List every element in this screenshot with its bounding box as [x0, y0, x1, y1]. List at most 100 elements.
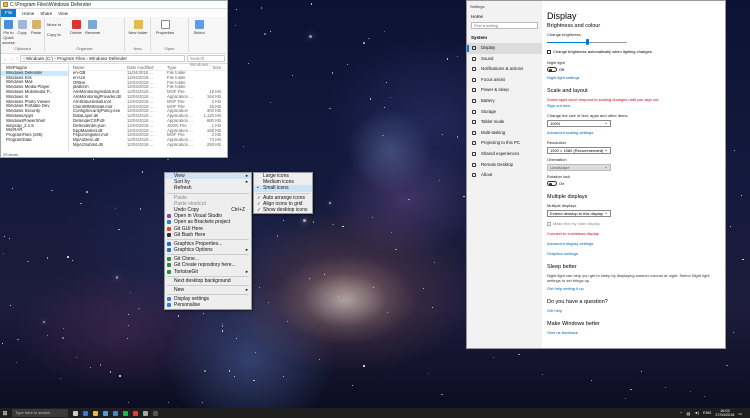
menu-item[interactable]: New ►: [165, 287, 251, 293]
mail-taskbar-button[interactable]: [110, 408, 120, 418]
settings-nav-icon: [472, 151, 476, 156]
file-name: MpAzSubmit.dll: [73, 142, 103, 147]
star: [439, 179, 441, 182]
tab-file[interactable]: File: [1, 9, 17, 17]
pin-icon: [4, 20, 13, 29]
tab-view[interactable]: View: [58, 11, 68, 16]
settings-nav-item[interactable]: Battery: [467, 96, 542, 107]
menu-item[interactable]: Personalise: [165, 302, 251, 308]
menu-item-label: Show desktop icons: [263, 206, 308, 213]
tray-language[interactable]: ENG: [703, 411, 711, 415]
tray-chevron-icon[interactable]: ⌃: [679, 411, 682, 416]
menu-item[interactable]: Next desktop background: [165, 278, 251, 284]
menu-item[interactable]: ✓ Show desktop icons: [254, 207, 312, 213]
settings-nav-item[interactable]: Storage: [467, 107, 542, 118]
ribbon-group-clipboard: Pin to Quick access Copy Paste Clipboard: [1, 18, 45, 52]
star: [233, 376, 235, 378]
pin-quick-access-button[interactable]: Pin to Quick access: [2, 20, 15, 45]
clock[interactable]: 16:03 27/04/2018: [715, 409, 734, 417]
night-light-settings-link[interactable]: Night light settings: [547, 75, 721, 80]
settings-nav-item[interactable]: About: [467, 170, 542, 181]
task-view-taskbar-button[interactable]: [70, 408, 80, 418]
menu-item-label: Medium icons: [263, 179, 294, 186]
new-folder-button[interactable]: New folder: [127, 20, 149, 35]
settings-nav-item[interactable]: Display: [467, 43, 542, 54]
menu-item-label: Next desktop background: [174, 277, 231, 284]
settings-nav-icon: [472, 98, 476, 103]
rotation-lock-toggle[interactable]: On: [547, 181, 721, 186]
network-icon[interactable]: ▤: [687, 411, 691, 416]
explorer-titlebar: C:\Program Files\Windows Defender: [1, 1, 227, 9]
rename-button[interactable]: Rename: [85, 20, 100, 35]
nav-item[interactable]: ProgramData: [1, 138, 68, 143]
scale-dropdown[interactable]: 100%: [547, 120, 611, 127]
advanced-display-link[interactable]: Advanced display settings: [547, 241, 721, 246]
settings-nav-item[interactable]: Power & sleep: [467, 85, 542, 96]
copy-to-button[interactable]: Copy to: [47, 32, 65, 37]
column-size[interactable]: Size: [201, 65, 221, 70]
settings-nav-item[interactable]: Focus assist: [467, 75, 542, 86]
settings-nav-item[interactable]: Projecting to this PC: [467, 138, 542, 149]
star: [80, 202, 82, 205]
settings-nav-item[interactable]: Shared experiences: [467, 149, 542, 160]
copy-button[interactable]: Copy: [16, 20, 28, 35]
settings-taskbar-button[interactable]: [140, 408, 150, 418]
store-taskbar-button[interactable]: [100, 408, 110, 418]
settings-nav-item[interactable]: Notifications & actions: [467, 64, 542, 75]
select-button[interactable]: Select: [191, 20, 207, 35]
settings-search-input[interactable]: Find a setting: [471, 22, 538, 29]
star: [704, 395, 706, 397]
menu-item[interactable]: Git Bash Here: [165, 232, 251, 238]
start-button[interactable]: ⊞: [0, 410, 10, 417]
orientation-dropdown[interactable]: Landscape: [547, 164, 611, 171]
brightness-slider-thumb[interactable]: [586, 39, 589, 45]
spotify-taskbar-button[interactable]: [120, 408, 130, 418]
column-date[interactable]: Date modified: [127, 65, 167, 70]
volume-icon[interactable]: ◄): [694, 411, 699, 415]
action-center-icon[interactable]: ▭: [738, 411, 742, 416]
settings-nav-item[interactable]: Tablet mode: [467, 117, 542, 128]
main-display-checkbox[interactable]: Make this my main display: [547, 221, 721, 226]
menu-item[interactable]: • Small icons: [254, 185, 312, 192]
auto-brightness-checkbox[interactable]: Change brightness automatically when lig…: [547, 49, 721, 54]
column-type[interactable]: Type: [167, 65, 201, 70]
explorer-taskbar-button[interactable]: [90, 408, 100, 418]
menu-item[interactable]: Graphics Options ►: [165, 247, 251, 253]
table-row[interactable]: MpAzSubmit.dll 12/04/2018 ... Application …: [69, 142, 227, 148]
move-to-button[interactable]: Move to: [47, 22, 65, 27]
edge-taskbar-button[interactable]: [80, 408, 90, 418]
address-bar[interactable]: › Windows (C:) › Program Files › Windows…: [20, 55, 185, 62]
night-light-toggle[interactable]: Off: [547, 67, 721, 72]
search-input[interactable]: Search Windows...: [187, 55, 225, 67]
brightness-slider[interactable]: [547, 39, 627, 45]
chrome-taskbar-button[interactable]: [130, 408, 140, 418]
settings-nav-item[interactable]: Sound: [467, 54, 542, 65]
delete-button[interactable]: Delete: [69, 20, 83, 35]
sign-out-link[interactable]: Sign out now: [547, 103, 721, 108]
advanced-scaling-link[interactable]: Advanced scaling settings: [547, 130, 721, 135]
graphics-settings-link[interactable]: Graphics settings: [547, 251, 721, 256]
feedback-link[interactable]: Give us feedback: [547, 330, 721, 335]
settings-home-link[interactable]: Home: [467, 12, 542, 19]
sleep-better-link[interactable]: Get help setting it up: [547, 286, 721, 291]
column-name[interactable]: Name: [69, 65, 127, 70]
tab-home[interactable]: Home: [22, 11, 34, 16]
nav-arrows-icon[interactable]: ← → ↑: [3, 56, 18, 62]
connect-wireless-link[interactable]: Connect to a wireless display: [547, 231, 721, 236]
menu-item-label: New: [174, 287, 185, 293]
terminal-taskbar-button[interactable]: [150, 408, 160, 418]
menu-item[interactable]: TortoiseGit ►: [165, 269, 251, 275]
tab-share[interactable]: Share: [40, 11, 52, 16]
star: [255, 351, 257, 354]
paste-button[interactable]: Paste: [29, 20, 43, 35]
menu-item[interactable]: Refresh: [165, 185, 251, 191]
settings-nav-item[interactable]: Multi-tasking: [467, 128, 542, 139]
multiple-displays-dropdown[interactable]: Extend desktop to this display: [547, 210, 611, 217]
star: [319, 359, 321, 361]
properties-button[interactable]: Properties: [153, 20, 177, 35]
menu-item-label: Open in Visual Studio: [174, 213, 222, 220]
settings-nav-item[interactable]: Remote Desktop: [467, 160, 542, 171]
taskbar-search[interactable]: Type here to search: [12, 409, 68, 417]
get-help-link[interactable]: Get help: [547, 308, 721, 313]
resolution-dropdown[interactable]: 1920 × 1080 (Recommended): [547, 147, 611, 154]
